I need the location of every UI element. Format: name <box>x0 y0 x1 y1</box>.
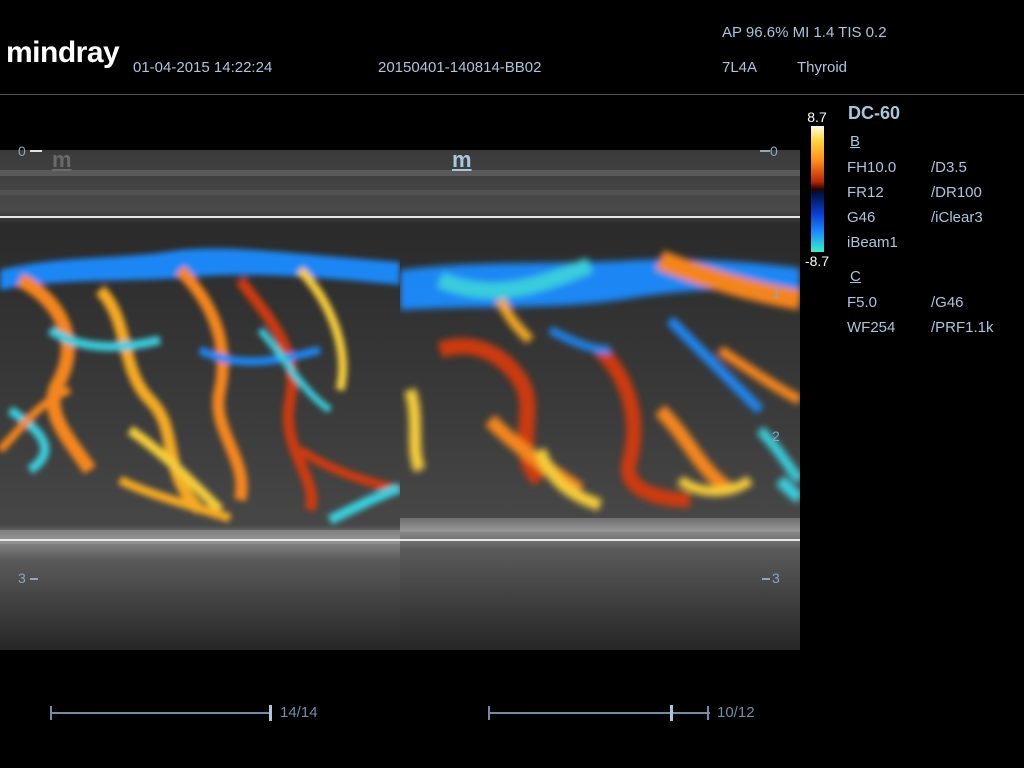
exam-id: 20150401-140814-BB02 <box>378 59 542 76</box>
exam-datetime: 01-04-2015 14:22:24 <box>133 59 273 76</box>
right-depth-3: 3 <box>772 570 780 586</box>
colorbar-max-label: 8.7 <box>807 109 827 125</box>
acoustic-power-readout: AP 96.6% MI 1.4 TIS 0.2 <box>722 24 887 41</box>
left-depth-3: 3 <box>18 570 26 586</box>
left-cine-start-cap <box>50 706 52 720</box>
b-param-iclear: /iClear3 <box>931 209 983 226</box>
c-param-wf: WF254 <box>847 319 896 336</box>
left-cine-thumb[interactable] <box>269 705 272 721</box>
left-depth-0: 0 <box>18 143 26 159</box>
c-param-freq: F5.0 <box>847 294 878 311</box>
velocity-colorbar <box>811 126 824 252</box>
mindray-logo: mindray <box>6 36 120 69</box>
right-cine-track[interactable] <box>488 712 710 714</box>
system-title: DC-60 <box>848 103 901 123</box>
b-param-dr: /DR100 <box>931 184 982 201</box>
right-scan-graphic <box>400 150 800 650</box>
b-param-fh: FH10.0 <box>847 159 897 176</box>
c-param-gain: /G46 <box>931 294 964 311</box>
header-divider <box>0 94 1024 95</box>
right-depth-3-tick <box>762 578 770 580</box>
right-depth-2: 2 <box>772 428 780 444</box>
right-cine-frame-label: 10/12 <box>717 704 755 721</box>
right-cine-end-cap <box>707 706 709 720</box>
exam-preset: Thyroid <box>797 59 848 76</box>
right-scan-image[interactable] <box>400 150 800 650</box>
probe-name: 7L4A <box>722 59 758 76</box>
b-param-gain: G46 <box>847 209 876 226</box>
right-orientation-marker: m <box>452 147 472 172</box>
left-depth-3-tick <box>30 578 38 580</box>
left-scan-image[interactable] <box>0 150 400 650</box>
left-cine-frame-label: 14/14 <box>280 704 318 721</box>
right-depth-0-tick <box>760 150 770 152</box>
b-param-fr: FR12 <box>847 184 884 201</box>
left-cine-track[interactable] <box>50 712 272 714</box>
color-mode-section-label: C <box>850 268 861 285</box>
left-orientation-marker: m <box>52 147 72 172</box>
b-mode-section-label: B <box>850 133 861 150</box>
b-param-ibeam: iBeam1 <box>847 234 898 251</box>
right-cine-thumb[interactable] <box>670 705 674 721</box>
right-depth-0: 0 <box>770 143 778 159</box>
left-scan-graphic <box>0 150 400 650</box>
b-param-d: /D3.5 <box>931 159 967 176</box>
right-depth-1: 1 <box>772 285 780 301</box>
c-param-prf: /PRF1.1k <box>931 319 994 336</box>
left-depth-0-tick <box>30 150 42 152</box>
right-cine-start-cap <box>488 706 490 720</box>
colorbar-min-label: -8.7 <box>804 253 830 269</box>
